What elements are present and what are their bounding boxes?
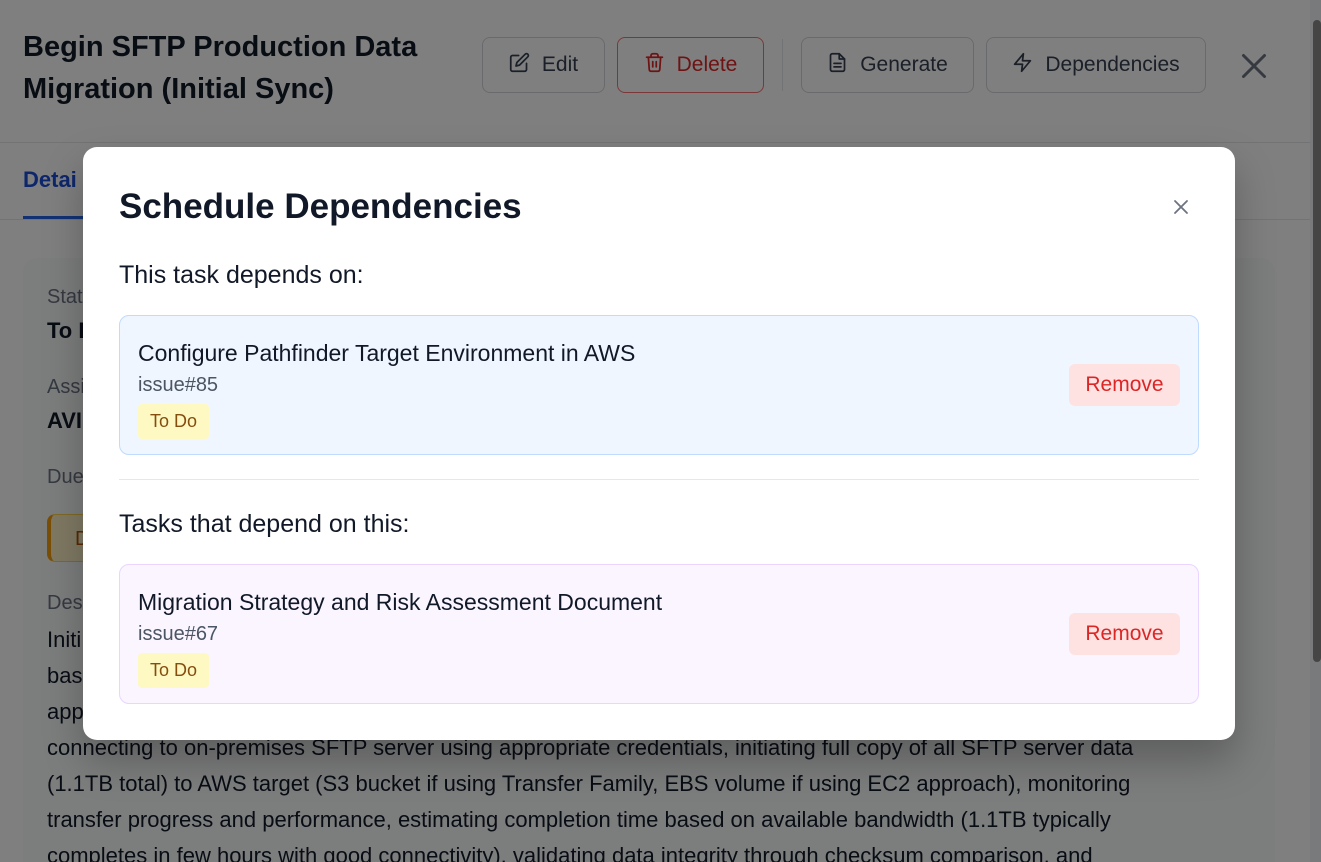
- dialog-title: Schedule Dependencies: [119, 187, 522, 226]
- dependency-id: issue#85: [138, 374, 219, 396]
- dependent-id: issue#67: [138, 623, 219, 645]
- depends-on-heading: This task depends on:: [119, 261, 364, 289]
- close-icon[interactable]: [1169, 195, 1193, 219]
- remove-dependent-button[interactable]: Remove: [1069, 613, 1180, 655]
- dependent-name[interactable]: Migration Strategy and Risk Assessment D…: [138, 589, 662, 616]
- status-badge: To Do: [138, 404, 210, 439]
- dependent-card: Migration Strategy and Risk Assessment D…: [119, 564, 1199, 704]
- section-divider: [119, 479, 1199, 480]
- dependency-name[interactable]: Configure Pathfinder Target Environment …: [138, 340, 635, 367]
- status-badge: To Do: [138, 653, 210, 688]
- remove-dependency-button[interactable]: Remove: [1069, 364, 1180, 406]
- dependency-card: Configure Pathfinder Target Environment …: [119, 315, 1199, 455]
- dependents-heading: Tasks that depend on this:: [119, 510, 410, 538]
- schedule-dependencies-dialog: Schedule Dependencies This task depends …: [83, 147, 1235, 740]
